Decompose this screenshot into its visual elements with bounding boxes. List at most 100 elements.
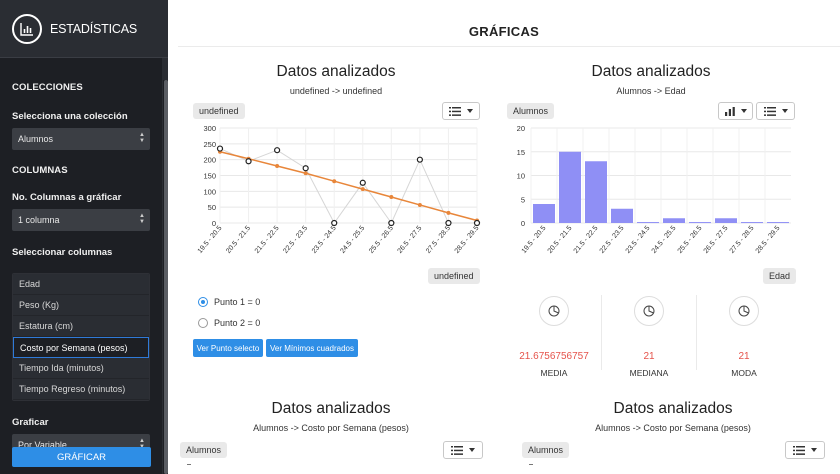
x-tick-label: 22.5 - 23.5 xyxy=(282,225,309,255)
y-tick-label: 10 xyxy=(517,172,525,181)
x-tick-label: 24.5 - 25.5 xyxy=(651,225,678,255)
trend-point xyxy=(303,171,308,176)
coleccion-select-value: Alumnos xyxy=(18,134,54,144)
graficar-label: Graficar xyxy=(12,417,49,428)
list-icon xyxy=(763,106,776,116)
x-tick-label: 19.5 - 20.5 xyxy=(197,225,224,255)
chart-tick xyxy=(187,464,191,465)
y-tick-label: 5 xyxy=(521,195,525,204)
trend-point xyxy=(275,164,280,168)
data-point xyxy=(445,219,452,227)
columnas-header: COLUMNAS xyxy=(12,165,68,176)
panel1-subtitle: undefined -> undefined xyxy=(289,86,383,96)
data-point xyxy=(302,165,309,172)
radio-punto-2-label: Punto 2 = 0 xyxy=(214,318,261,328)
stat-moda-label: MODA xyxy=(731,368,757,378)
y-tick-label: 50 xyxy=(208,203,216,212)
bar xyxy=(585,161,607,223)
column-item-tiempo-regreso[interactable]: Tiempo Regreso (minutos) xyxy=(13,379,149,400)
radio-punto-1[interactable]: Punto 1 = 0 xyxy=(198,297,260,307)
list-icon xyxy=(793,445,805,455)
y-tick-label: 20 xyxy=(517,124,525,133)
ver-punto-button[interactable]: Ver Punto selecto xyxy=(193,339,263,357)
stat-media: 21.6756756757 MEDIA xyxy=(514,296,594,378)
divider xyxy=(178,46,840,47)
bar xyxy=(637,222,659,224)
chevron-down-icon xyxy=(811,448,817,452)
x-tick-label: 21.5 - 22.5 xyxy=(254,225,281,255)
panel4-list-dropdown[interactable] xyxy=(785,441,825,459)
num-columnas-select-value: 1 columna xyxy=(18,215,60,225)
graficar-button[interactable]: GRÁFICAR xyxy=(12,447,151,467)
select-coleccion-label: Selecciona una colección xyxy=(12,111,128,122)
y-tick-label: 0 xyxy=(521,219,525,228)
x-tick-label: 23.5 - 24.5 xyxy=(311,225,338,255)
list-icon xyxy=(449,106,461,116)
coleccion-select[interactable]: Alumnos ▲ ▼ xyxy=(12,128,150,150)
y-tick-label: 15 xyxy=(517,148,525,157)
x-tick-label: 20.5 - 21.5 xyxy=(547,225,574,255)
trend-point xyxy=(360,187,365,192)
data-point xyxy=(216,145,224,152)
colecciones-header: COLECCIONES xyxy=(12,82,83,93)
stat-mediana-label: MEDIANA xyxy=(629,368,669,378)
column-item-tiempo-ida[interactable]: Tiempo Ida (minutos) xyxy=(13,358,149,379)
panel2-list-dropdown[interactable] xyxy=(756,102,795,120)
select-arrows-icon: ▲▼ xyxy=(139,132,145,144)
stats-divider xyxy=(601,295,602,370)
select-arrows-icon: ▲▼ xyxy=(139,213,145,225)
column-item-estatura[interactable]: Estatura (cm) xyxy=(13,316,149,337)
panel2-dataset-tag: Alumnos xyxy=(507,103,555,119)
chevron-down-icon xyxy=(740,109,747,113)
trend-point xyxy=(332,179,337,184)
panel3-list-dropdown[interactable] xyxy=(443,441,483,459)
data-point xyxy=(416,156,423,163)
column-item-peso[interactable]: Peso (Kg) xyxy=(13,295,149,316)
series-line-trend xyxy=(219,151,478,222)
trend-point xyxy=(417,202,422,207)
pie-chart-icon xyxy=(729,296,759,326)
data-point xyxy=(245,158,252,165)
x-tick-label: 27.5 - 28.5 xyxy=(729,225,756,255)
trend-point xyxy=(446,210,451,215)
bar-chart-icon[interactable] xyxy=(12,13,42,44)
panel1-line-chart: 05010015020025030019.5 - 20.5 20.5 - 21.5… xyxy=(197,124,481,255)
chevron-down-icon xyxy=(781,109,788,113)
data-point xyxy=(331,219,338,227)
panel1-list-dropdown[interactable] xyxy=(442,102,480,120)
panel4-title: Datos analizados xyxy=(613,400,733,417)
x-tick-label: 20.5 - 21.5 xyxy=(225,225,252,255)
panel3-dataset-tag: Alumnos xyxy=(180,442,228,458)
x-tick-label: 27.5 - 28.5 xyxy=(425,225,452,255)
column-item-costo-semana[interactable]: Costo por Semana (pesos) xyxy=(13,337,149,358)
radio-punto-1-label: Punto 1 = 0 xyxy=(214,297,261,307)
bar xyxy=(689,222,711,224)
stat-mediana-value: 21 xyxy=(643,351,655,362)
bar xyxy=(663,218,685,223)
num-columnas-label: No. Columnas a gráficar xyxy=(12,192,122,203)
stat-media-value: 21.6756756757 xyxy=(519,351,589,362)
x-tick-label: 28.5 - 29.5 xyxy=(454,225,481,255)
bar-chart-icon xyxy=(724,106,735,116)
stat-mediana: 21 MEDIANA xyxy=(609,296,689,378)
trend-point xyxy=(389,195,394,200)
num-columnas-select[interactable]: 1 columna ▲ ▼ xyxy=(12,209,150,231)
x-tick-label: 21.5 - 22.5 xyxy=(573,225,600,255)
data-point xyxy=(274,147,281,154)
bar xyxy=(559,151,581,223)
column-item-edad[interactable]: Edad xyxy=(13,274,149,295)
y-tick-label: 250 xyxy=(203,140,216,149)
sidebar-body: COLECCIONES Selecciona una colección Alu… xyxy=(0,58,162,474)
pie-chart-icon xyxy=(634,296,664,326)
ver-minimos-button[interactable]: Ver Mínimos cuadrados xyxy=(266,339,358,357)
radio-punto-2[interactable]: Punto 2 = 0 xyxy=(198,318,260,328)
data-point xyxy=(473,219,481,227)
bar xyxy=(767,222,789,224)
x-tick-label: 28.5 - 29.5 xyxy=(755,225,782,255)
panel2-bar-chart: 0 5 10 15 20 19.5 - 20.5 20.5 - 21.5 21.5 - 22.… xyxy=(517,124,791,255)
seleccionar-columnas-label: Seleccionar columnas xyxy=(12,247,113,258)
panel1-dataset-tag: undefined xyxy=(193,103,245,119)
stats-divider xyxy=(696,295,697,370)
panel2-chart-type-dropdown[interactable] xyxy=(718,102,753,120)
pie-chart-icon xyxy=(539,296,569,326)
